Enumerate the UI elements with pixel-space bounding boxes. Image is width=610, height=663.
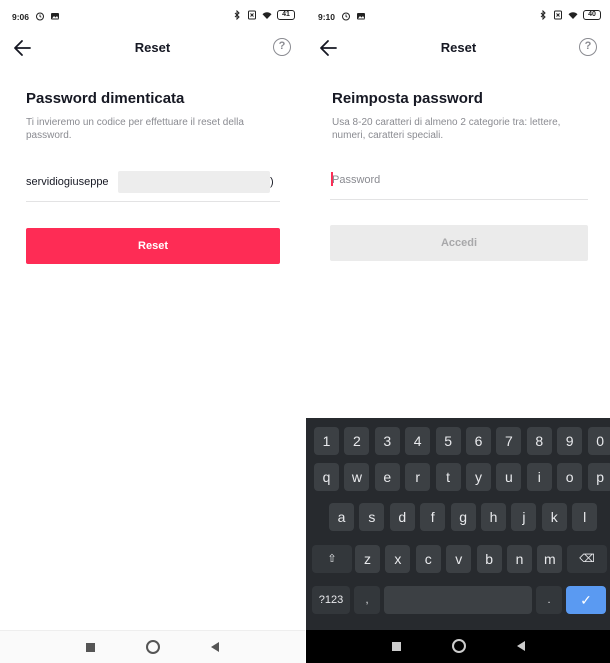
key-e[interactable]: e xyxy=(374,463,400,491)
enter-key[interactable]: ✓ xyxy=(566,586,606,614)
backspace-key[interactable]: ⌫ xyxy=(567,545,607,573)
back-nav-button[interactable] xyxy=(517,641,525,651)
section-description: Ti invieremo un codice per effettuare il… xyxy=(26,117,244,141)
battery-indicator: 41 xyxy=(277,10,295,20)
key-g[interactable]: g xyxy=(450,503,476,531)
key-c[interactable]: c xyxy=(415,545,441,573)
key-3[interactable]: 3 xyxy=(374,427,400,455)
status-bar: 9:10 40 xyxy=(306,0,610,34)
key-v[interactable]: v xyxy=(446,545,472,573)
key-m[interactable]: m xyxy=(537,545,563,573)
key-q[interactable]: q xyxy=(314,463,339,491)
alarm-icon xyxy=(342,12,350,21)
no-sim-icon xyxy=(554,10,562,20)
nav-header: Reset ? xyxy=(306,34,610,62)
email-field[interactable]: servidiogiuseppe ) xyxy=(26,168,280,202)
key-k[interactable]: k xyxy=(541,503,567,531)
redacted-area xyxy=(118,171,270,193)
key-w[interactable]: w xyxy=(344,463,370,491)
key-7[interactable]: 7 xyxy=(496,427,522,455)
wifi-icon xyxy=(262,12,272,19)
page-title: Reset xyxy=(440,40,477,55)
recent-apps-button[interactable] xyxy=(392,642,401,651)
page-title: Reset xyxy=(134,40,171,55)
battery-indicator: 40 xyxy=(583,10,601,20)
period-key[interactable]: . xyxy=(536,586,562,614)
password-input[interactable] xyxy=(332,169,582,191)
key-s[interactable]: s xyxy=(359,503,385,531)
key-z[interactable]: z xyxy=(355,545,380,573)
key-d[interactable]: d xyxy=(389,503,415,531)
recent-apps-button[interactable] xyxy=(86,643,95,652)
key-j[interactable]: j xyxy=(511,503,537,531)
photo-icon xyxy=(357,13,365,20)
key-6[interactable]: 6 xyxy=(466,427,491,455)
email-value: servidiogiuseppe xyxy=(26,176,109,188)
section-description: Usa 8-20 caratteri di almeno 2 categorie… xyxy=(332,117,561,141)
photo-icon xyxy=(51,13,59,20)
key-1[interactable]: 1 xyxy=(314,427,339,455)
bluetooth-icon xyxy=(234,10,240,20)
password-field[interactable] xyxy=(330,166,588,200)
accedi-button[interactable]: Accedi xyxy=(330,225,588,261)
status-time: 9:10 xyxy=(318,12,336,22)
section-heading: Reimposta password xyxy=(332,90,483,107)
key-u[interactable]: u xyxy=(496,463,522,491)
on-screen-keyboard: 1 2 3 4 5 6 7 8 9 0 q w e r t y u i o p a s d f g h j k l ⇧ z x c v b n m ⌫ ?1… xyxy=(306,418,610,630)
no-sim-icon xyxy=(248,10,256,20)
key-l[interactable]: l xyxy=(572,503,598,531)
key-0[interactable]: 0 xyxy=(587,427,610,455)
key-i[interactable]: i xyxy=(526,463,552,491)
system-navigation-bar xyxy=(0,630,305,663)
space-key[interactable] xyxy=(384,586,532,614)
key-r[interactable]: r xyxy=(405,463,431,491)
nav-header: Reset ? xyxy=(0,34,305,62)
email-trailing-char: ) xyxy=(270,176,274,188)
section-heading: Password dimenticata xyxy=(26,90,185,107)
key-4[interactable]: 4 xyxy=(405,427,431,455)
key-f[interactable]: f xyxy=(420,503,446,531)
back-nav-button[interactable] xyxy=(211,642,219,652)
status-time: 9:06 xyxy=(12,12,30,22)
key-5[interactable]: 5 xyxy=(435,427,461,455)
symbols-key[interactable]: ?123 xyxy=(312,586,350,614)
home-button[interactable] xyxy=(452,639,466,653)
key-2[interactable]: 2 xyxy=(344,427,370,455)
status-bar: 9:06 41 xyxy=(0,0,305,34)
key-9[interactable]: 9 xyxy=(557,427,583,455)
bluetooth-icon xyxy=(540,10,546,20)
system-navigation-bar xyxy=(306,630,610,663)
right-screen: 9:10 40 Reset ? Reimposta password Usa 8… xyxy=(306,0,610,663)
key-b[interactable]: b xyxy=(476,545,502,573)
key-o[interactable]: o xyxy=(557,463,583,491)
shift-key[interactable]: ⇧ xyxy=(312,545,352,573)
key-x[interactable]: x xyxy=(385,545,411,573)
help-icon[interactable]: ? xyxy=(579,38,597,56)
reset-button[interactable]: Reset xyxy=(26,228,280,264)
key-h[interactable]: h xyxy=(481,503,506,531)
key-p[interactable]: p xyxy=(587,463,610,491)
key-a[interactable]: a xyxy=(329,503,354,531)
comma-key[interactable]: , xyxy=(354,586,380,614)
home-button[interactable] xyxy=(146,640,160,654)
key-y[interactable]: y xyxy=(466,463,491,491)
alarm-icon xyxy=(36,12,44,21)
help-icon[interactable]: ? xyxy=(273,38,291,56)
wifi-icon xyxy=(568,12,578,19)
key-n[interactable]: n xyxy=(507,545,532,573)
key-t[interactable]: t xyxy=(435,463,461,491)
key-8[interactable]: 8 xyxy=(526,427,552,455)
left-screen: 9:06 41 Reset ? Password dimenticata Ti … xyxy=(0,0,305,663)
